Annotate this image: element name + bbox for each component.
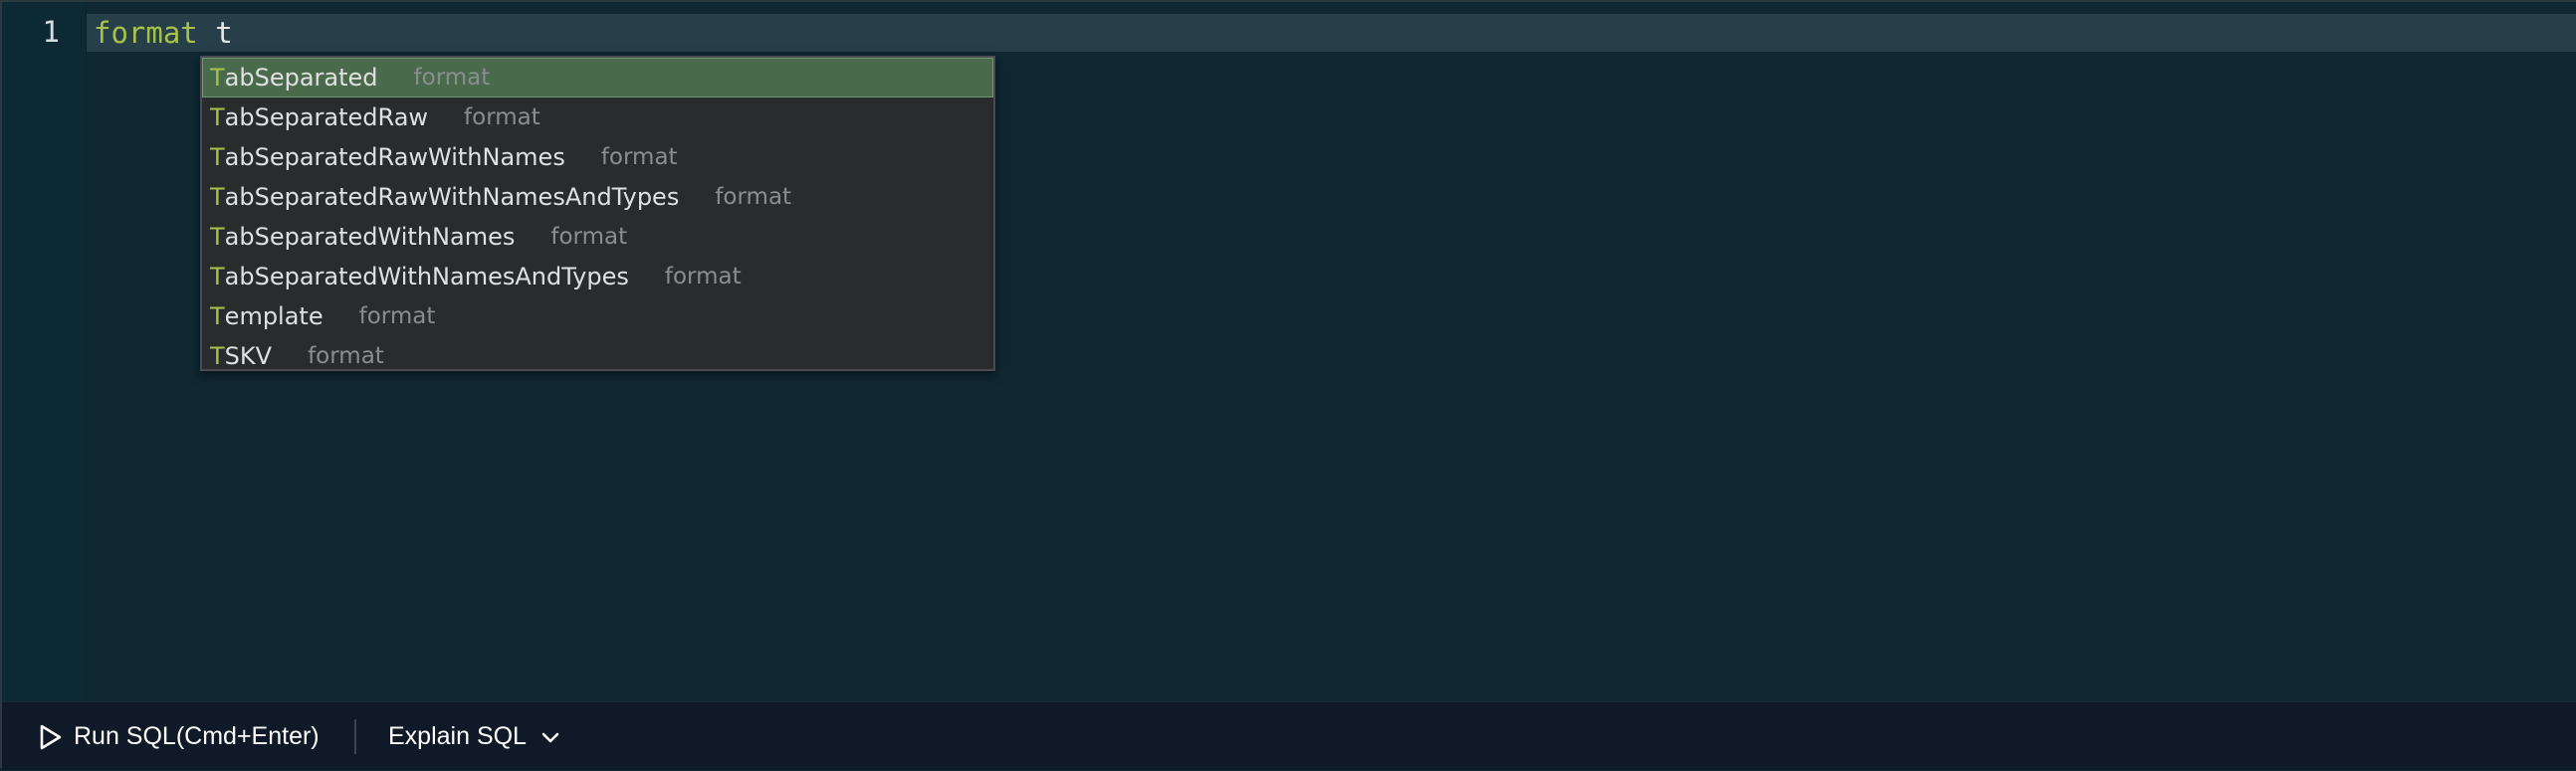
suggestion-label: abSeparatedWithNamesAndTypes [224, 263, 629, 290]
suggestion-match: T [210, 64, 225, 92]
explain-sql-label: Explain SQL [388, 722, 527, 750]
suggestion-item[interactable]: TabSeparatedWithNamesAndTypes format [202, 257, 993, 296]
suggestion-item[interactable]: Template format [202, 296, 993, 336]
suggestion-detail: format [600, 144, 678, 170]
current-line-highlight [87, 14, 2576, 52]
chevron-down-icon [540, 730, 560, 744]
typed-text: t [215, 16, 233, 50]
suggestion-detail: format [715, 184, 792, 210]
suggestion-match: T [210, 103, 225, 131]
suggestion-match: T [210, 263, 225, 290]
suggestion-detail: format [550, 224, 628, 250]
suggestion-match: T [210, 183, 225, 211]
suggestion-item[interactable]: T SKV format [202, 336, 993, 376]
code-line[interactable]: format t [94, 13, 233, 53]
line-number: 1 [42, 15, 60, 49]
run-sql-label: Run SQL(Cmd+Enter) [74, 722, 320, 750]
suggestion-match: T [210, 342, 225, 370]
suggestion-item[interactable]: TabSeparated format [202, 58, 993, 97]
suggestion-detail: format [664, 264, 742, 289]
line-number-gutter: 1 [2, 2, 87, 701]
suggestion-item[interactable]: TabSeparatedRawWithNamesAndTypes format [202, 177, 993, 217]
suggestion-item[interactable]: TabSeparatedWithNames format [202, 217, 993, 257]
suggestion-detail: format [413, 65, 491, 91]
autocomplete-popup: TabSeparated format TabSeparatedRaw format… [200, 56, 995, 371]
toolbar-divider [354, 719, 356, 754]
sql-editor-window: 1 format t TabSeparated format TabSeparat… [0, 0, 2576, 770]
suggestion-label: abSeparatedRawWithNamesAndTypes [224, 183, 680, 211]
run-sql-button[interactable]: Run SQL(Cmd+Enter) [38, 702, 320, 771]
suggestion-match: T [210, 223, 225, 251]
suggestion-match: T [210, 302, 225, 330]
suggestion-label: abSeparatedWithNames [224, 223, 516, 251]
suggestion-label: abSeparated [224, 64, 378, 92]
suggestion-detail: format [358, 303, 436, 329]
suggestion-item[interactable]: TabSeparatedRaw format [202, 97, 993, 137]
suggestion-match: T [210, 143, 225, 171]
suggestion-label: SKV [224, 342, 273, 370]
sql-keyword: format [94, 16, 198, 50]
editor-toolbar: Run SQL(Cmd+Enter) Explain SQL [2, 701, 2576, 770]
play-icon [38, 723, 64, 751]
explain-sql-button[interactable]: Explain SQL [388, 702, 560, 771]
suggestion-item[interactable]: TabSeparatedRawWithNames format [202, 137, 993, 177]
suggestion-detail: format [308, 343, 384, 369]
suggestion-detail: format [464, 104, 540, 130]
suggestion-label: abSeparatedRawWithNames [224, 143, 565, 171]
suggestion-label: emplate [224, 302, 323, 330]
suggestion-label: abSeparatedRaw [224, 103, 429, 131]
